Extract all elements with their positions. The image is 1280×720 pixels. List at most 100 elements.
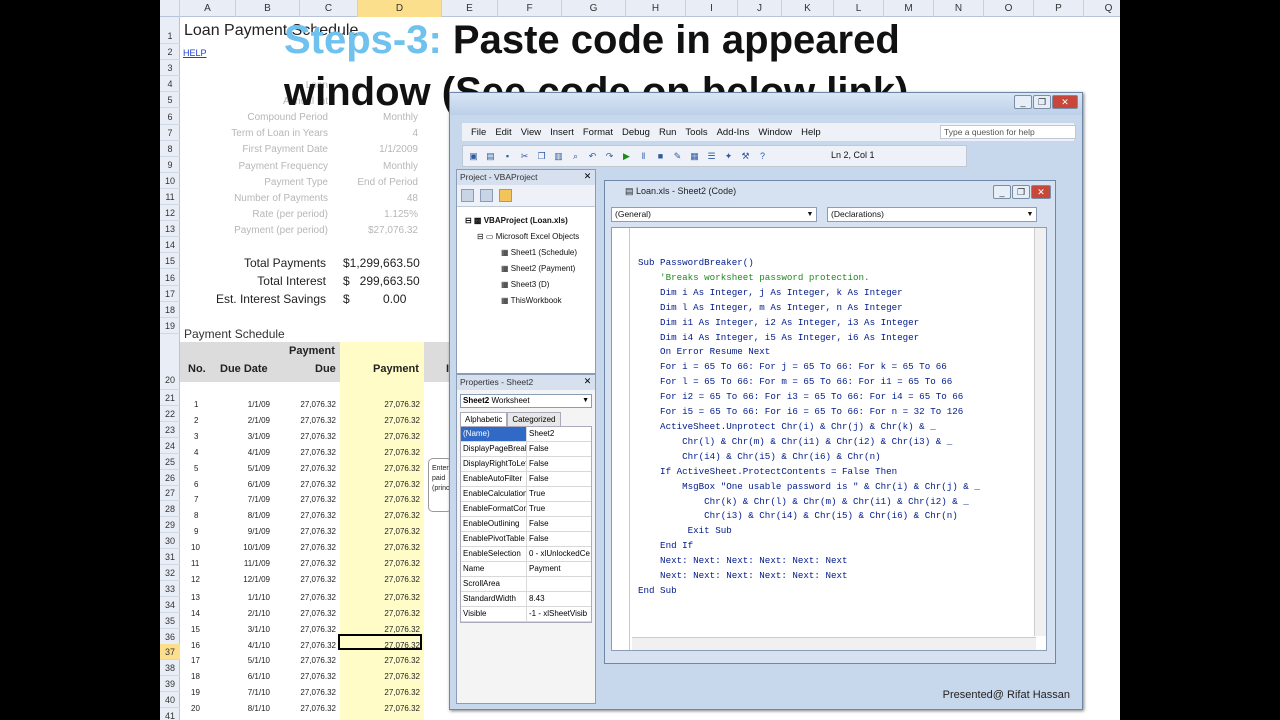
column-header[interactable]: O	[984, 0, 1034, 17]
menu-item-debug[interactable]: Debug	[622, 127, 650, 138]
menu-item-edit[interactable]: Edit	[495, 127, 511, 138]
object-browser-icon[interactable]: ✦	[722, 150, 735, 163]
tree-item-sheet2[interactable]: ▦ Sheet2 (Payment)	[501, 264, 575, 273]
tree-root[interactable]: ⊟ ▩ VBAProject (Loan.xls)	[465, 216, 568, 225]
property-row[interactable]: EnablePivotTable False	[461, 532, 591, 547]
property-row[interactable]: EnableOutlining False	[461, 517, 591, 532]
row-header[interactable]: 29	[160, 517, 180, 534]
row-header[interactable]: 22	[160, 406, 180, 422]
property-row[interactable]: ScrollArea	[461, 577, 591, 592]
minimize-icon[interactable]: _	[993, 185, 1011, 199]
help-icon[interactable]: ?	[756, 150, 769, 163]
property-row[interactable]: StandardWidth 8.43	[461, 592, 591, 607]
break-icon[interactable]: ‖	[637, 150, 650, 163]
procedure-combo[interactable]: (Declarations) ▼	[827, 207, 1037, 222]
close-icon[interactable]: ✕	[582, 376, 593, 387]
column-header[interactable]: F	[498, 0, 562, 17]
project-explorer-icon[interactable]: ▦	[688, 150, 701, 163]
menu-item-insert[interactable]: Insert	[550, 127, 574, 138]
tree-item-sheet1[interactable]: ▦ Sheet1 (Schedule)	[501, 248, 577, 257]
code-text[interactable]: Sub PasswordBreaker() 'Breaks worksheet …	[638, 256, 980, 599]
column-header[interactable]: K	[782, 0, 834, 17]
row-header[interactable]: 39	[160, 676, 180, 693]
property-row[interactable]: (Name) Sheet2	[461, 427, 591, 442]
property-row[interactable]: Visible -1 - xlSheetVisib	[461, 607, 591, 622]
property-value[interactable]: True	[527, 502, 591, 516]
row-header[interactable]: 13	[160, 221, 180, 238]
toggle-folders-icon[interactable]	[499, 189, 512, 202]
row-header[interactable]: 9	[160, 157, 180, 173]
row-header[interactable]: 18	[160, 302, 180, 318]
row-header[interactable]: 28	[160, 501, 180, 518]
property-value[interactable]: 8.43	[527, 592, 591, 606]
column-header[interactable]: P	[1034, 0, 1084, 17]
view-code-icon[interactable]	[461, 189, 474, 202]
row-header[interactable]: 19	[160, 318, 180, 334]
column-header[interactable]: B	[236, 0, 300, 17]
object-combo[interactable]: (General) ▼	[611, 207, 817, 222]
property-value[interactable]: Payment	[527, 562, 591, 576]
tab-categorized[interactable]: Categorized	[507, 412, 561, 426]
property-row[interactable]: EnableCalculation True	[461, 487, 591, 502]
column-header[interactable]: H	[626, 0, 686, 17]
horizontal-scrollbar[interactable]	[632, 637, 1036, 650]
close-icon[interactable]: ✕	[582, 171, 593, 182]
row-header[interactable]: 10	[160, 173, 180, 189]
menu-item-format[interactable]: Format	[583, 127, 613, 138]
row-header[interactable]: 31	[160, 549, 180, 565]
close-icon[interactable]: ✕	[1052, 95, 1078, 109]
row-header[interactable]: 38	[160, 660, 180, 677]
object-select[interactable]: Sheet2 Worksheet ▼	[460, 394, 592, 408]
row-header[interactable]: 17	[160, 286, 180, 302]
save-icon[interactable]: ▪	[501, 150, 514, 163]
run-icon[interactable]: ▶	[620, 150, 633, 163]
view-object-icon[interactable]	[480, 189, 493, 202]
property-row[interactable]: EnableAutoFilter False	[461, 472, 591, 487]
column-header[interactable]: G	[562, 0, 626, 17]
property-row[interactable]: DisplayPageBreak False	[461, 442, 591, 457]
property-value[interactable]	[527, 577, 591, 591]
property-value[interactable]: False	[527, 442, 591, 456]
tree-item-sheet3[interactable]: ▦ Sheet3 (D)	[501, 280, 549, 289]
vba-editor-window[interactable]: _ ❐ ✕ File Edit View Insert Format Debug Run To…	[449, 92, 1083, 710]
help-search-input[interactable]: Type a question for help	[940, 125, 1076, 139]
help-link[interactable]: HELP	[183, 48, 207, 58]
paste-icon[interactable]: ▥	[552, 150, 565, 163]
row-header[interactable]: 33	[160, 581, 180, 597]
menu-item-help[interactable]: Help	[801, 127, 821, 138]
property-row[interactable]: DisplayRightToLef False	[461, 457, 591, 472]
menu-item-window[interactable]: Window	[758, 127, 792, 138]
row-header[interactable]: 24	[160, 438, 180, 454]
vertical-scrollbar[interactable]	[1034, 228, 1046, 636]
row-header[interactable]: 5	[160, 92, 180, 109]
find-icon[interactable]: ⌕	[569, 150, 582, 163]
property-value[interactable]: False	[527, 472, 591, 486]
row-header[interactable]: 11	[160, 189, 180, 205]
row-header[interactable]: 16	[160, 270, 180, 286]
property-row[interactable]: EnableFormatCon True	[461, 502, 591, 517]
code-editor[interactable]: Sub PasswordBreaker() 'Breaks worksheet …	[611, 227, 1047, 651]
column-header[interactable]: M	[884, 0, 934, 17]
row-header[interactable]: 15	[160, 253, 180, 270]
restore-icon[interactable]: ❐	[1033, 95, 1051, 109]
row-header[interactable]: 41	[160, 708, 180, 720]
column-header[interactable]: I	[686, 0, 738, 17]
row-header[interactable]: 27	[160, 485, 180, 502]
column-header[interactable]: E	[442, 0, 498, 17]
row-header[interactable]: 14	[160, 237, 180, 254]
tab-alphabetic[interactable]: Alphabetic	[460, 412, 508, 426]
tree-item-thisworkbook[interactable]: ▦ ThisWorkbook	[501, 296, 562, 305]
column-header[interactable]: L	[834, 0, 884, 17]
row-header[interactable]: 21	[160, 390, 180, 406]
menu-item-run[interactable]: Run	[659, 127, 676, 138]
code-window[interactable]: ▤ Loan.xls - Sheet2 (Code) _ ❐ ✕ (Genera…	[604, 180, 1056, 664]
column-header[interactable]: Q	[1084, 0, 1120, 17]
menu-item-view[interactable]: View	[521, 127, 541, 138]
row-header[interactable]: 23	[160, 422, 180, 438]
column-header[interactable]: C	[300, 0, 358, 17]
redo-icon[interactable]: ↷	[603, 150, 616, 163]
property-value[interactable]: True	[527, 487, 591, 501]
design-mode-icon[interactable]: ✎	[671, 150, 684, 163]
row-header[interactable]: 2	[160, 44, 180, 61]
row-header[interactable]: 35	[160, 613, 180, 629]
